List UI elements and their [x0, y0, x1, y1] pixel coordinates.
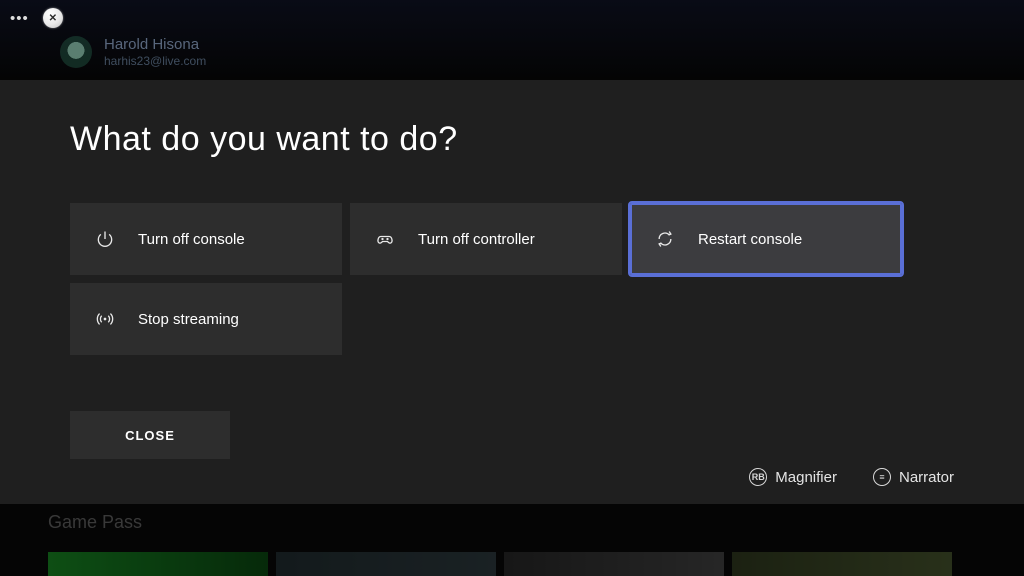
stop-streaming-button[interactable]: Stop streaming: [70, 283, 342, 355]
tile-label: Turn off controller: [418, 231, 535, 248]
narrator-button[interactable]: ≡ Narrator: [873, 468, 954, 486]
broadcast-icon: [94, 308, 116, 330]
xbox-logo-icon[interactable]: [43, 8, 63, 28]
close-label: CLOSE: [125, 428, 175, 443]
dim-veil: [0, 504, 1024, 576]
power-icon: [94, 228, 116, 250]
system-bar: •••: [10, 8, 63, 28]
magnifier-button[interactable]: RB Magnifier: [749, 468, 837, 486]
turn-off-controller-button[interactable]: Turn off controller: [350, 203, 622, 275]
restart-icon: [654, 228, 676, 250]
rb-key-icon: RB: [749, 468, 767, 486]
background-content: Game Pass: [0, 504, 1024, 576]
accessibility-shortcuts: RB Magnifier ≡ Narrator: [749, 468, 954, 486]
menu-key-icon: ≡: [873, 468, 891, 486]
power-menu-panel: What do you want to do? Turn off console…: [0, 80, 1024, 504]
turn-off-console-button[interactable]: Turn off console: [70, 203, 342, 275]
tile-label: Stop streaming: [138, 311, 239, 328]
profile-name: Harold Hisona: [104, 36, 206, 53]
close-button[interactable]: CLOSE: [70, 411, 230, 459]
avatar: [60, 36, 92, 68]
narrator-label: Narrator: [899, 469, 954, 486]
more-icon[interactable]: •••: [10, 10, 29, 27]
tile-label: Restart console: [698, 231, 802, 248]
profile-card: Harold Hisona harhis23@live.com: [60, 36, 206, 68]
profile-email: harhis23@live.com: [104, 54, 206, 68]
tile-label: Turn off console: [138, 231, 245, 248]
magnifier-label: Magnifier: [775, 469, 837, 486]
option-grid: Turn off console Turn off controller Res…: [70, 203, 954, 355]
page-title: What do you want to do?: [70, 120, 954, 159]
restart-console-button[interactable]: Restart console: [630, 203, 902, 275]
controller-icon: [374, 228, 396, 250]
